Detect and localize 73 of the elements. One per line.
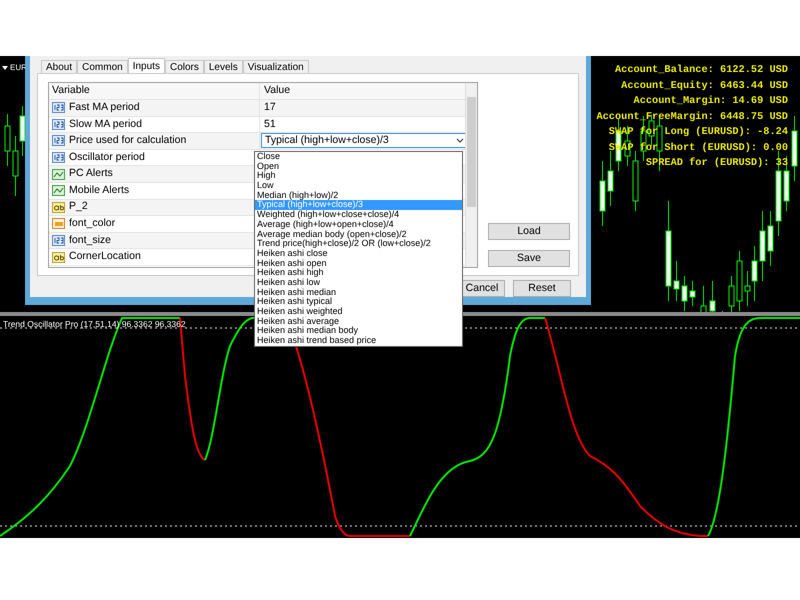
tab[interactable]: Common	[77, 60, 128, 73]
property-name: Oscillator period	[69, 150, 145, 165]
account-info-text: Account_Equity: 6463.44 USD	[621, 78, 788, 94]
candlestick	[768, 210, 774, 266]
candlestick	[760, 210, 766, 282]
dropdown-option[interactable]: Open	[255, 162, 462, 172]
price-dropdown[interactable]: Typical (high+low+close)/3	[261, 133, 468, 148]
tab[interactable]: About	[41, 60, 78, 73]
dropdown-option[interactable]: Close	[255, 152, 462, 162]
dropdown-option[interactable]: High	[255, 171, 462, 182]
tab[interactable]: Inputs	[128, 58, 165, 73]
text-type-icon	[52, 202, 65, 213]
caret-icon	[456, 138, 464, 144]
text-type-icon	[52, 252, 65, 263]
dropdown-option[interactable]: Heiken ashi high	[255, 268, 462, 278]
action-button[interactable]: Save	[488, 250, 570, 267]
dropdown-option[interactable]: Heiken ashi trend based price	[255, 336, 462, 346]
dropdown-option[interactable]: Heiken ashi median	[255, 288, 462, 298]
property-value: 51	[264, 116, 276, 132]
candlestick	[690, 280, 696, 306]
candlestick	[632, 150, 638, 212]
dropdown-option[interactable]: Trend price(high+close)/2 OR (low+close)/2	[255, 239, 462, 249]
column-header: Variable	[51, 83, 91, 98]
property-name: font_color	[69, 216, 116, 232]
candlestick	[4, 114, 10, 166]
dropdown-option[interactable]: Weighted (high+low+close+close)/4	[255, 210, 462, 220]
chart-line-icon	[52, 185, 65, 196]
property-name: P_2	[69, 199, 88, 214]
property-name: Slow MA period	[69, 116, 142, 132]
tab[interactable]: Visualization	[242, 60, 309, 73]
number-type-icon	[52, 118, 65, 130]
dropdown-option[interactable]: Average median body (open+close)/2	[255, 230, 462, 240]
candlestick	[728, 276, 734, 312]
candlestick	[792, 116, 798, 182]
dialog-button[interactable]: Reset	[513, 280, 571, 297]
color-swatch-icon	[52, 218, 65, 230]
candlestick	[600, 160, 606, 226]
candlestick	[710, 280, 716, 312]
account-info-text: Account_Margin: 14.69 USD	[634, 94, 788, 109]
dropdown-option[interactable]: Heiken ashi median body	[255, 326, 462, 336]
dropdown-option[interactable]: Heiken ashi low	[255, 278, 462, 288]
account-info-text: Account_FreeMargin: 6448.75 USD	[596, 110, 788, 124]
candlestick	[700, 286, 706, 312]
property-name: PC Alerts	[69, 166, 113, 182]
candlestick	[608, 150, 614, 206]
property-name: Price used for calculation	[69, 133, 186, 148]
property-name: font_size	[69, 232, 112, 248]
dropdown-option[interactable]: Median (high+low)/2	[255, 190, 462, 200]
tab[interactable]: Levels	[204, 60, 243, 73]
number-type-icon	[52, 235, 65, 246]
account-info-text: Account_Balance: 6122.52 USD	[614, 63, 788, 78]
dropdown-option[interactable]: Heiken ashi close	[255, 248, 462, 259]
candlestick	[674, 260, 680, 302]
dropdown-option[interactable]: Heiken ashi open	[255, 258, 462, 268]
property-name: CornerLocation	[69, 249, 141, 264]
number-type-icon	[52, 102, 65, 114]
candlestick	[682, 276, 688, 312]
dropdown-option[interactable]: Low	[255, 181, 462, 191]
tab[interactable]: Colors	[164, 60, 204, 73]
property-name: Fast MA period	[69, 100, 140, 115]
property-value: 17	[264, 100, 276, 115]
action-button[interactable]: Load	[488, 223, 570, 240]
number-type-icon	[52, 152, 65, 164]
dropdown-option[interactable]: Average (high+low+open+close)/4	[255, 220, 462, 230]
dropdown-triangle-icon[interactable]	[2, 66, 8, 70]
dropdown-option[interactable]: Heiken ashi average	[255, 316, 462, 326]
dropdown-option[interactable]: Heiken ashi weighted	[255, 307, 462, 317]
chart-line-icon	[52, 168, 65, 180]
dropdown-option[interactable]: Heiken ashi typical	[255, 297, 462, 307]
number-type-icon	[52, 135, 65, 146]
property-name: Mobile Alerts	[69, 182, 130, 198]
scrollbar[interactable]	[465, 83, 477, 267]
candlestick	[736, 250, 742, 312]
